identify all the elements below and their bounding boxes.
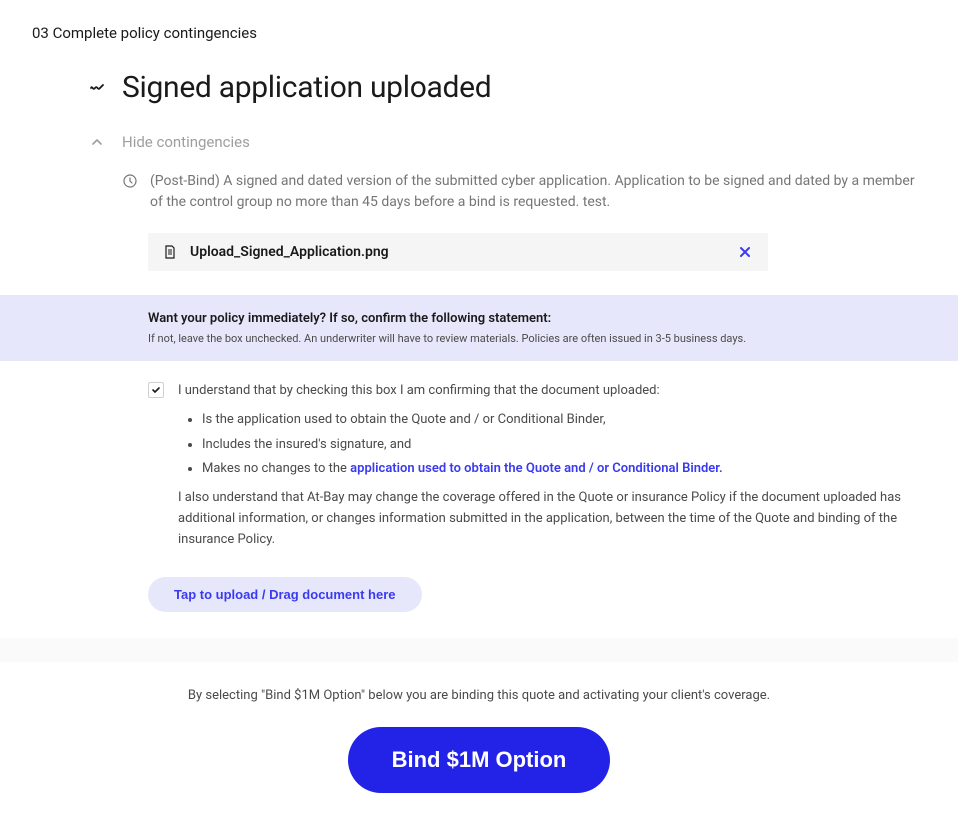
- confirm-title: Want your policy immediately? If so, con…: [148, 311, 918, 326]
- bind-description: By selecting "Bind $1M Option" below you…: [0, 688, 958, 703]
- bind-section: By selecting "Bind $1M Option" below you…: [0, 662, 958, 825]
- application-link[interactable]: application used to obtain the Quote and…: [350, 461, 723, 476]
- clock-icon: [122, 173, 138, 189]
- checkbox-item-prefix: Makes no changes to the: [202, 461, 350, 476]
- uploaded-file: Upload_Signed_Application.png: [148, 233, 768, 271]
- confirm-banner: Want your policy immediately? If so, con…: [0, 295, 958, 361]
- toggle-label: Hide contingencies: [122, 133, 250, 151]
- checkbox-item: Is the application used to obtain the Qu…: [202, 410, 924, 431]
- remove-file-button[interactable]: [736, 243, 754, 261]
- file-icon: [162, 244, 178, 260]
- upload-button[interactable]: Tap to upload / Drag document here: [148, 577, 422, 612]
- upload-button-row: Tap to upload / Drag document here: [88, 571, 958, 638]
- checkbox-content: I understand that by checking this box I…: [178, 381, 924, 551]
- checkbox-item: Includes the insured's signature, and: [202, 435, 924, 456]
- title-row: Signed application uploaded: [88, 54, 958, 125]
- toggle-contingencies[interactable]: Hide contingencies: [88, 125, 958, 171]
- signature-icon: [88, 79, 106, 97]
- confirm-subtitle: If not, leave the box unchecked. An unde…: [148, 332, 918, 345]
- contingency-description: (Post-Bind) A signed and dated version o…: [88, 171, 958, 233]
- chevron-up-icon: [88, 133, 106, 151]
- checkbox-section: I understand that by checking this box I…: [88, 361, 958, 571]
- checkbox-item: Makes no changes to the application used…: [202, 459, 924, 480]
- checkbox-intro: I understand that by checking this box I…: [178, 381, 924, 402]
- confirm-checkbox[interactable]: [148, 382, 164, 398]
- bind-button[interactable]: Bind $1M Option: [348, 727, 611, 793]
- divider: [0, 638, 958, 662]
- page-title: Signed application uploaded: [122, 70, 491, 105]
- checkbox-outro: I also understand that At-Bay may change…: [178, 488, 924, 550]
- file-name: Upload_Signed_Application.png: [190, 244, 724, 260]
- step-header: 03 Complete policy contingencies: [0, 0, 958, 54]
- description-text: (Post-Bind) A signed and dated version o…: [150, 171, 918, 213]
